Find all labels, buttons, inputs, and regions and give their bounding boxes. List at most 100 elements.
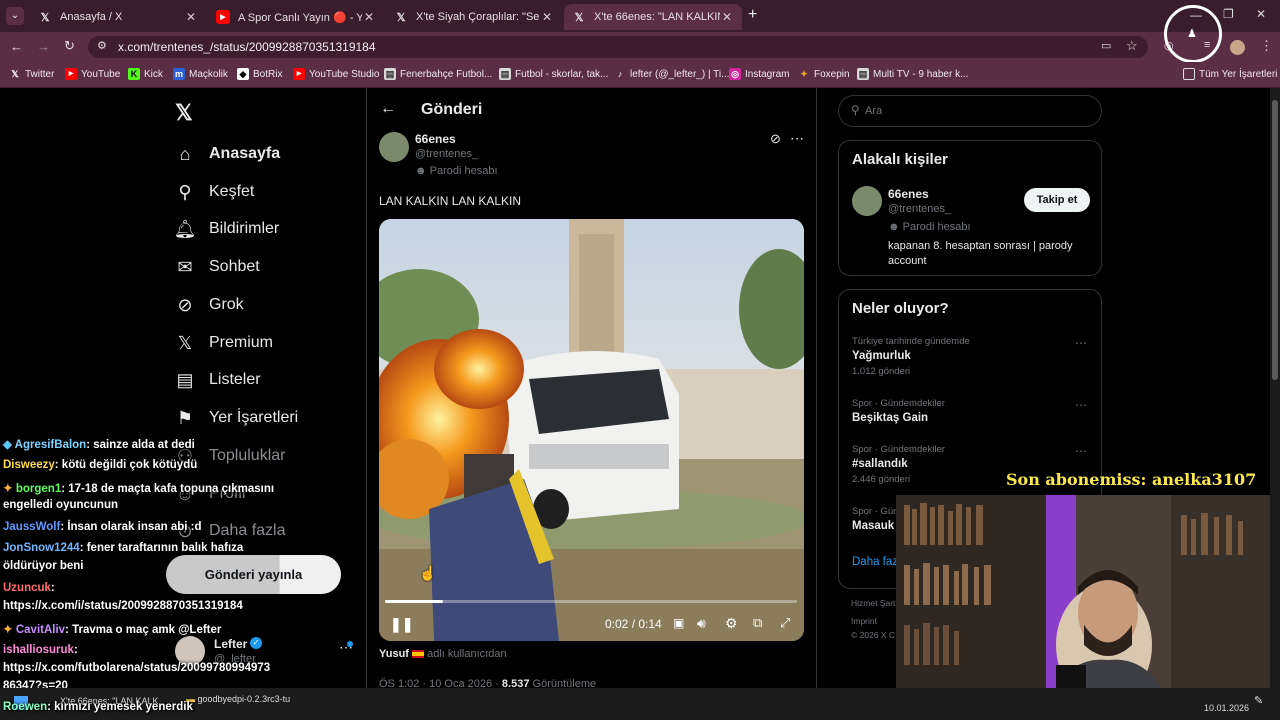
parody-badge: ☻ Parodi hesabı [415,165,498,177]
settings-gear-icon[interactable]: ⚙ [725,615,738,632]
bookmark-foxepin[interactable]: ✦ Foxepin [798,68,849,80]
maximize-icon[interactable]: ❐ [1223,7,1234,21]
cast-icon[interactable]: ▭ [1101,39,1111,52]
pause-icon[interactable]: ❚❚ [390,616,413,633]
tab-search-button[interactable]: ⌄ [6,7,24,25]
pip-icon[interactable]: ⧉ [753,615,762,631]
footer-copyright: © 2026 X C [851,630,896,640]
related-avatar[interactable] [852,186,882,216]
close-tab-icon[interactable]: ✕ [184,10,198,24]
pen-icon[interactable]: ✎ [1254,694,1263,707]
bookmark-star-icon[interactable]: ☆ [1126,38,1138,54]
author-handle[interactable]: @trentenes_ [415,148,478,160]
tab-2[interactable]: ▶ A Spor Canlı Yayın 🔴 - You ✕ [208,4,384,30]
footer-imprint[interactable]: Imprint [851,616,877,626]
chat-line: Roewen: kırmızı yemesek yenerdik [3,701,193,713]
forward-icon[interactable]: → [37,39,50,54]
footer-terms[interactable]: Hizmet Şart [851,598,895,608]
search-box[interactable]: ⚲ Ara [838,95,1102,127]
more-dots-icon[interactable]: ⋯ [1075,336,1087,350]
bookmark-multi-tv[interactable]: ▤ Multi TV - 9 haber k... [857,68,968,80]
scrollbar-thumb[interactable] [1272,100,1278,380]
back-arrow-icon[interactable]: ← [380,100,396,118]
post-button[interactable]: Gönderi yayınla [166,555,341,594]
grok-icon[interactable]: ⊘ [770,131,781,147]
related-name[interactable]: 66enes [888,187,929,201]
more-dots-icon[interactable]: ⋯ [790,130,804,147]
bookmark-twitter[interactable]: 𝕏 Twitter [9,68,54,80]
bookmark-mackolik[interactable]: m Maçkolik [173,68,228,80]
tab-strip: ⌄ 𝕏 Anasayfa / X ✕ ▶ A Spor Canlı Yayın … [0,0,1280,32]
search-icon: ⚲ [851,103,860,117]
chat-badge-icon: ✦ [3,483,13,495]
nav-lists[interactable]: ▤ Listeler [174,369,260,391]
nav-messages[interactable]: ✉ Sohbet [174,256,259,278]
search-icon: ⚲ [178,181,192,202]
volume-icon[interactable]: 🔊︎ [697,615,706,632]
x-logo-icon[interactable]: 𝕏 [175,100,193,126]
nav-notifications[interactable]: 🔔︎ Bildirimler [174,218,280,240]
bookmark-kick[interactable]: K Kick [128,68,163,80]
tab-3[interactable]: 𝕏 X'te Siyah Çoraplılar: "Serdar A ✕ [386,4,562,30]
video-time: 0:02 / 0:14 [605,617,662,631]
mask-icon: ☻ [415,165,427,177]
close-tab-icon[interactable]: ✕ [720,10,734,24]
chat-badge-icon: ✦ [3,624,13,636]
nav-explore[interactable]: ⚲ Keşfet [174,181,254,203]
bookmark-botrix[interactable]: ◆ BotRix [237,68,282,80]
trend-item[interactable]: Spor · Gündemdekiler Beşiktaş Gain ⋯ [852,398,1092,424]
bookmark-icon: ⚑ [176,407,194,428]
more-dots-icon[interactable]: ⋯ [1075,444,1087,458]
chat-line: öldürüyor beni [3,560,84,572]
bookmark-lefter-tiktok[interactable]: ♪ lefter (@_lefter_) | Ti... [614,68,730,80]
video-attribution: Yusuf adlı kullanıcıdan [379,648,507,660]
author-name[interactable]: 66enes [415,132,456,146]
nav-grok[interactable]: ⊘ Grok [174,294,243,316]
related-handle[interactable]: @trentenes_ [888,203,951,215]
nav-premium[interactable]: 𝕏 Premium [174,332,273,354]
taskbar-item-folder[interactable]: ▬ goodbyedpi-0.2.3rc3-tu [186,694,290,704]
trend-item[interactable]: Türkiye tarihinde gündemde Yağmurluk 1.0… [852,336,1092,377]
youtube-icon: ▶ [216,10,230,24]
chat-line: https://x.com/i/status/20099288703513191… [3,600,243,612]
author-avatar[interactable] [379,132,409,162]
all-bookmarks[interactable]: Tüm Yer İşaretleri [1183,68,1277,80]
tab-title: X'te 66enes: "LAN KALKIN [594,11,720,23]
site-info-icon[interactable]: ⚙ [97,39,107,52]
attribution-user[interactable]: Yusuf [379,648,409,660]
profile-avatar[interactable] [1230,40,1245,55]
home-icon: ⌂ [179,143,191,164]
bookmark-instagram[interactable]: ◎ Instagram [729,68,789,80]
video-frame [379,219,804,641]
center-left-divider [366,88,367,688]
x-premium-icon: 𝕏 [177,332,193,353]
related-bio: kapanan 8. hesaptan sonrası | parody acc… [888,240,1073,267]
reload-icon[interactable]: ↻ [64,38,75,54]
chat-badge-icon: ◆ [3,439,12,451]
nav-bookmarks[interactable]: ⚑ Yer İşaretleri [174,407,298,429]
video-player[interactable]: ❚❚ 0:02 / 0:14 ▣ 🔊︎ ⚙ ⧉ ⤢ [379,219,804,641]
bookmark-youtube-studio[interactable]: ▶ YouTube Studio [293,68,379,80]
webcam-image [896,495,1270,708]
page-scrollbar[interactable] [1270,88,1280,688]
menu-icon[interactable]: ⋮ [1260,38,1273,54]
tab-1[interactable]: 𝕏 Anasayfa / X ✕ [30,4,206,30]
back-icon[interactable]: ← [10,39,23,54]
chat-line: JonSnow1244: fener taraftarının balık ha… [3,542,244,554]
new-tab-button[interactable]: + [748,6,757,24]
bookmark-futbol-skorlar[interactable]: ▤ Futbol - skorlar, tak... [499,68,608,80]
tab-4-active[interactable]: 𝕏 X'te 66enes: "LAN KALKIN ✕ [564,4,742,30]
close-tab-icon[interactable]: ✕ [540,10,554,24]
show-more-link[interactable]: Daha faz [852,556,898,568]
close-tab-icon[interactable]: ✕ [362,10,376,24]
more-dots-icon[interactable]: ⋯ [1075,398,1087,412]
bookmark-youtube[interactable]: ▶ YouTube [65,68,120,80]
close-window-icon[interactable]: ✕ [1256,7,1266,21]
captions-icon[interactable]: ▣ [673,616,684,630]
fullscreen-icon[interactable]: ⤢ [780,615,790,631]
nav-home[interactable]: ⌂ Anasayfa [174,143,281,165]
bookmarks-bar: 𝕏 Twitter ▶ YouTube K Kick m Maçkolik ◆ BotRi… [0,62,1280,88]
bookmark-fenerbahce[interactable]: ▤ Fenerbahçe Futbol... [384,68,492,80]
follow-button[interactable]: Takip et [1024,188,1090,212]
video-progress-track[interactable] [385,600,797,603]
